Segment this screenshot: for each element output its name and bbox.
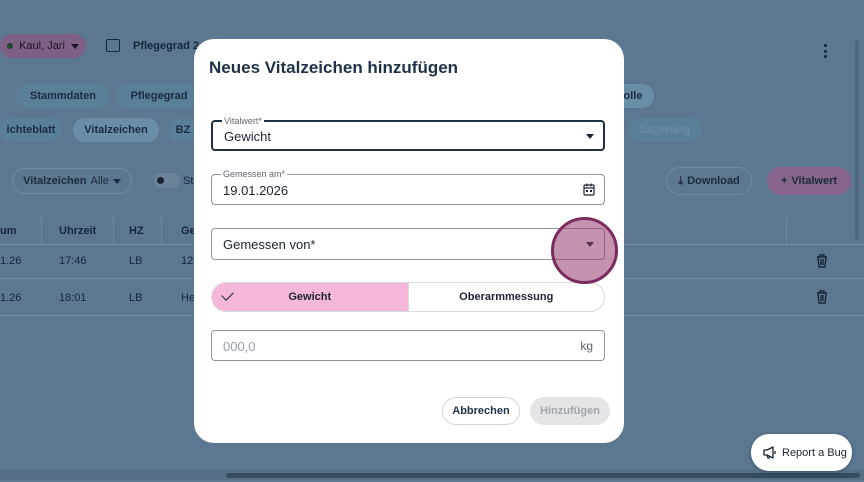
table-cell: 18:01: [59, 292, 87, 304]
column-header: HZ: [129, 225, 144, 237]
weight-placeholder: 000,0: [223, 339, 256, 354]
care-level-icon: [106, 39, 120, 52]
weight-value-input[interactable]: 000,0 kg: [211, 330, 605, 361]
cancel-button[interactable]: Abbrechen: [442, 397, 520, 425]
chevron-down-icon: [70, 43, 79, 49]
download-button[interactable]: ⤓ Download: [666, 167, 752, 195]
trash-icon[interactable]: [816, 290, 828, 304]
toggle-label: St: [183, 175, 194, 187]
calendar-icon[interactable]: [583, 183, 595, 196]
check-icon: [221, 288, 234, 301]
measured-by-placeholder: Gemessen von*: [223, 237, 316, 252]
vertical-scrollbar[interactable]: [855, 40, 859, 240]
vitalwert-value: Gewicht: [224, 129, 271, 144]
status-toggle[interactable]: [154, 173, 180, 188]
report-bug-label: Report a Bug: [782, 446, 847, 459]
measured-at-label: Gemessen am*: [221, 169, 288, 179]
tab-pflegegrad[interactable]: Pflegegrad: [116, 84, 202, 108]
more-vertical-icon[interactable]: [823, 44, 827, 58]
vitals-filter[interactable]: Vitalzeichen Alle: [12, 168, 132, 194]
plus-icon: +: [780, 175, 788, 187]
segment-oberarmmessung[interactable]: Oberarmmessung: [407, 283, 605, 311]
trash-icon[interactable]: [816, 254, 828, 268]
click-indicator: [551, 217, 618, 284]
measured-at-field[interactable]: Gemessen am* 19.01.2026: [211, 169, 605, 205]
horizontal-scrollbar[interactable]: [0, 470, 864, 480]
measured-by-select[interactable]: Gemessen von*: [211, 228, 605, 260]
chevron-down-icon: [112, 178, 121, 184]
care-level: Pflegegrad 2: [133, 40, 200, 52]
unit-label: kg: [580, 339, 593, 353]
vitalwert-label: Vitalwert*: [222, 116, 264, 126]
submit-button[interactable]: Hinzufügen: [530, 397, 610, 425]
segment-gewicht[interactable]: Gewicht: [212, 283, 408, 311]
report-bug-button[interactable]: Report a Bug: [751, 434, 852, 471]
table-cell: 17:46: [59, 255, 87, 267]
table-cell: LB: [129, 292, 143, 304]
column-header: um: [0, 225, 17, 237]
vitalwert-select[interactable]: Vitalwert* Gewicht: [211, 116, 605, 151]
measured-at-value: 19.01.2026: [223, 183, 289, 198]
column-header: Uhrzeit: [59, 225, 97, 237]
add-vital-button[interactable]: + Vitalwert: [767, 167, 851, 195]
megaphone-icon: [763, 446, 776, 459]
subtab-vitalzeichen[interactable]: Vitalzeichen: [73, 118, 159, 142]
table-cell: LB: [129, 255, 143, 267]
patient-name: Kaul, Jari: [19, 40, 65, 52]
status-dot: [7, 43, 14, 49]
table-cell: 1.26: [0, 255, 22, 267]
patient-chip[interactable]: Kaul, Jari: [0, 34, 86, 58]
table-cell: He: [181, 292, 196, 304]
table-cell: 1.26: [0, 292, 22, 304]
subtab-lagerung[interactable]: Lagerung: [628, 118, 702, 142]
subtab-berichteblatt[interactable]: ichteblatt: [0, 118, 62, 142]
tab-stammdaten[interactable]: Stammdaten: [16, 84, 110, 108]
caret-down-icon: [586, 134, 594, 139]
download-icon: ⤓: [678, 174, 684, 187]
dialog-title: Neues Vitalzeichen hinzufügen: [209, 58, 459, 77]
measurement-type-toggle: Gewicht Oberarmmessung: [211, 282, 605, 312]
